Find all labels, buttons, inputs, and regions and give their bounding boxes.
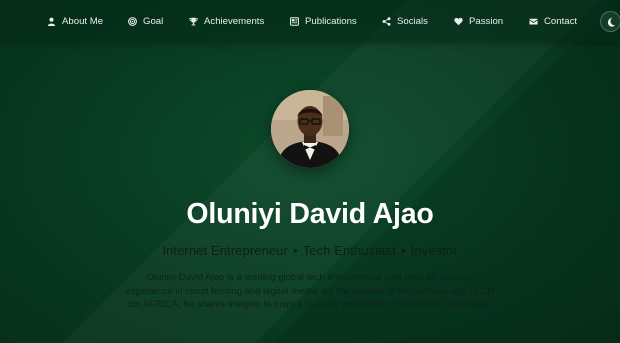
moon-icon bbox=[607, 17, 615, 27]
nav-item-publications[interactable]: Publications bbox=[290, 14, 357, 28]
nav-item-about-me[interactable]: About Me bbox=[47, 14, 103, 28]
nav-item-goal[interactable]: Goal bbox=[128, 14, 163, 28]
envelope-icon bbox=[529, 18, 538, 25]
nav-item-passion[interactable]: Passion bbox=[454, 14, 503, 28]
heart-icon bbox=[454, 17, 463, 25]
newspaper-icon bbox=[290, 16, 299, 26]
profile-name: Oluniyi David Ajao bbox=[186, 198, 434, 230]
profile-bio: Oluniyi David Ajao is a leading global t… bbox=[125, 272, 495, 310]
nav-item-contact[interactable]: Contact bbox=[529, 14, 577, 28]
tagline-separator: • bbox=[293, 243, 298, 258]
nav-item-label: Publications bbox=[305, 15, 357, 27]
nav-item-achievements[interactable]: Achievements bbox=[189, 14, 264, 28]
page: About Me Goal Achievements Publications … bbox=[0, 0, 620, 343]
tagline-role: Internet Entrepreneur bbox=[162, 243, 289, 258]
trophy-icon bbox=[189, 17, 198, 25]
user-icon bbox=[47, 17, 56, 26]
tagline-role: Investor bbox=[410, 243, 458, 258]
tagline-role: Tech Enthusiast bbox=[302, 243, 396, 258]
share-icon bbox=[382, 16, 391, 26]
nav-item-label: Achievements bbox=[204, 15, 265, 27]
nav-item-label: About Me bbox=[62, 15, 104, 27]
profile-tagline: Internet Entrepreneur • Tech Enthusiast • In… bbox=[0, 243, 620, 258]
nav-item-label: Socials bbox=[397, 15, 428, 27]
nav-item-label: Passion bbox=[469, 15, 504, 27]
nav-item-socials[interactable]: Socials bbox=[382, 14, 428, 28]
theme-toggle-button[interactable] bbox=[600, 11, 620, 32]
tagline-separator: • bbox=[400, 243, 406, 258]
profile-photo bbox=[271, 90, 349, 168]
nav-item-label: Goal bbox=[143, 15, 164, 27]
profile-avatar bbox=[271, 90, 349, 168]
target-icon bbox=[128, 16, 137, 26]
nav-item-label: Contact bbox=[544, 15, 578, 27]
top-navigation: About Me Goal Achievements Publications … bbox=[0, 0, 620, 42]
